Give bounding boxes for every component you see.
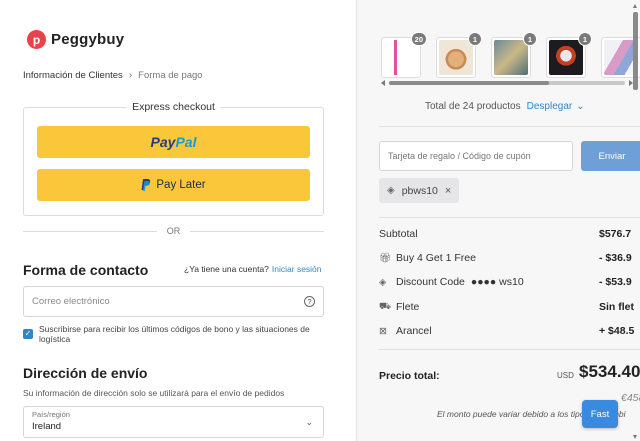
promo-label: Buy 4 Get 1 Free xyxy=(396,252,476,264)
tariff-row: ⊠ Arancel + $48.5 xyxy=(379,325,640,337)
cart-item-thumbnail[interactable]: 1 xyxy=(436,32,482,78)
alt-currency-total: €458.2 xyxy=(621,392,640,404)
paypal-logo: PayPal xyxy=(150,134,197,150)
ghost-painting-product-image xyxy=(549,40,583,75)
chevron-right-icon: › xyxy=(128,70,133,81)
breadcrumb-payment: Forma de pago xyxy=(138,70,203,81)
shipping-label: Flete xyxy=(396,301,420,313)
account-prompt: ¿Ya tiene una cuenta? Iniciar sesión xyxy=(184,264,322,274)
discount-row: ◈ Discount Code ●●●● ws10 - $53.9 xyxy=(379,276,640,288)
checkout-form-panel: p Peggybuy Información de Clientes › For… xyxy=(0,0,356,441)
total-items-text: Total de 24 productos xyxy=(425,101,521,112)
chevron-down-icon: ⌄ xyxy=(576,101,585,112)
pink-pens-product-image xyxy=(384,40,418,75)
country-select[interactable]: País/región Ireland ⌄ xyxy=(23,406,324,438)
breadcrumb-customer-info[interactable]: Información de Clientes xyxy=(23,70,123,81)
tariff-value: + $48.5 xyxy=(599,325,635,337)
tariff-icon: ⊠ xyxy=(379,325,387,337)
subscribe-label: Suscribirse para recibir los últimos cód… xyxy=(39,324,310,344)
shipping-row: ⛟ Flete Sin flet xyxy=(379,301,640,313)
account-question: ¿Ya tiene una cuenta? xyxy=(184,264,269,274)
scrollbar-thumb[interactable] xyxy=(633,12,638,90)
shipping-section-title: Dirección de envío xyxy=(23,365,148,381)
coupon-input[interactable] xyxy=(388,151,564,161)
tag-icon: ◈ xyxy=(379,276,387,288)
gift-icon: 🎁︎ xyxy=(379,252,392,264)
country-value: Ireland xyxy=(32,421,62,432)
currency-label: USD xyxy=(557,371,574,380)
cart-item-thumbnail[interactable]: 1 xyxy=(546,32,592,78)
discount-value: - $53.9 xyxy=(599,276,632,288)
subtotal-value: $576.7 xyxy=(599,228,632,240)
apply-coupon-button[interactable]: Enviar xyxy=(581,141,640,171)
discount-code: ●●●● ws10 xyxy=(470,276,524,288)
applied-coupon-tag: ◈ pbws10 × xyxy=(379,178,460,203)
express-checkout-title: Express checkout xyxy=(126,101,221,113)
email-field[interactable]: ? xyxy=(23,286,324,317)
pay-later-label: Pay Later xyxy=(156,179,206,191)
discount-label: Discount Code xyxy=(396,276,465,288)
expand-label: Desplegar xyxy=(526,101,573,112)
shipping-value: Sin flet xyxy=(599,301,635,313)
quantity-badge: 1 xyxy=(578,32,592,46)
coupon-field[interactable] xyxy=(379,141,573,171)
cart-total-items: Total de 24 productos Desplegar ⌄ xyxy=(425,101,585,112)
shipping-subtitle: Su información de dirección solo se util… xyxy=(23,388,285,398)
landscape-painting-product-image xyxy=(494,40,528,75)
applied-coupon-code: pbws10 xyxy=(401,184,438,197)
country-label: País/región xyxy=(32,410,70,419)
expand-cart-toggle[interactable]: Desplegar ⌄ xyxy=(527,101,585,112)
divider xyxy=(379,217,640,218)
email-input[interactable] xyxy=(32,296,304,307)
paypal-button[interactable]: PayPal xyxy=(37,126,310,158)
or-divider: OR xyxy=(23,226,324,236)
cart-item-thumbnail[interactable]: 1 xyxy=(491,32,537,78)
scroll-up-icon[interactable] xyxy=(633,4,637,8)
cat-painting-product-image xyxy=(439,40,473,75)
help-icon[interactable]: ? xyxy=(304,296,315,307)
brand-name: Peggybuy xyxy=(51,31,125,48)
quantity-badge: 1 xyxy=(468,32,482,46)
cart-thumbnails: 20 1 1 1 xyxy=(381,32,640,79)
brand-logo[interactable]: p Peggybuy xyxy=(27,30,124,49)
tariff-label: Arancel xyxy=(396,325,432,337)
divider xyxy=(379,126,640,127)
promo-row: 🎁︎ Buy 4 Get 1 Free - $36.9 xyxy=(379,252,640,264)
scroll-left-icon[interactable] xyxy=(381,80,385,86)
chevron-down-icon: ⌄ xyxy=(305,417,313,427)
subscribe-checkbox[interactable]: ✓ xyxy=(23,329,33,339)
paypal-icon xyxy=(141,179,151,191)
quantity-badge: 20 xyxy=(410,32,427,46)
total-label: Precio total: xyxy=(379,370,440,382)
total-value: $534.40 xyxy=(579,362,640,381)
divider xyxy=(379,349,640,350)
promo-value: - $36.9 xyxy=(599,252,632,264)
contact-section-title: Forma de contacto xyxy=(23,262,149,278)
login-link[interactable]: Iniciar sesión xyxy=(272,264,322,274)
scroll-down-icon[interactable] xyxy=(633,435,637,439)
tag-icon: ◈ xyxy=(387,185,395,196)
cart-item-thumbnail[interactable]: 20 xyxy=(381,32,427,78)
truck-icon: ⛟ xyxy=(379,301,391,312)
order-summary-panel: 20 1 1 1 Total de 24 productos Desplegar… xyxy=(356,0,640,441)
logo-mark-icon: p xyxy=(27,30,46,49)
remove-coupon-icon[interactable]: × xyxy=(445,185,451,197)
subtotal-row: Subtotal $576.7 xyxy=(379,228,640,240)
subtotal-label: Subtotal xyxy=(379,228,418,240)
paypal-pay-later-button[interactable]: Pay Later xyxy=(37,169,310,201)
breadcrumb: Información de Clientes › Forma de pago xyxy=(23,70,203,81)
subscribe-option: ✓ Suscribirse para recibir los últimos c… xyxy=(23,324,324,344)
thumbnail-scrollbar[interactable] xyxy=(381,80,633,86)
fast-chat-button[interactable]: Fast xyxy=(582,400,618,428)
or-label: OR xyxy=(166,226,181,236)
express-checkout-box: Express checkout PayPal Pay Later xyxy=(23,101,324,216)
quantity-badge: 1 xyxy=(523,32,537,46)
scrollbar-thumb[interactable] xyxy=(389,81,549,85)
